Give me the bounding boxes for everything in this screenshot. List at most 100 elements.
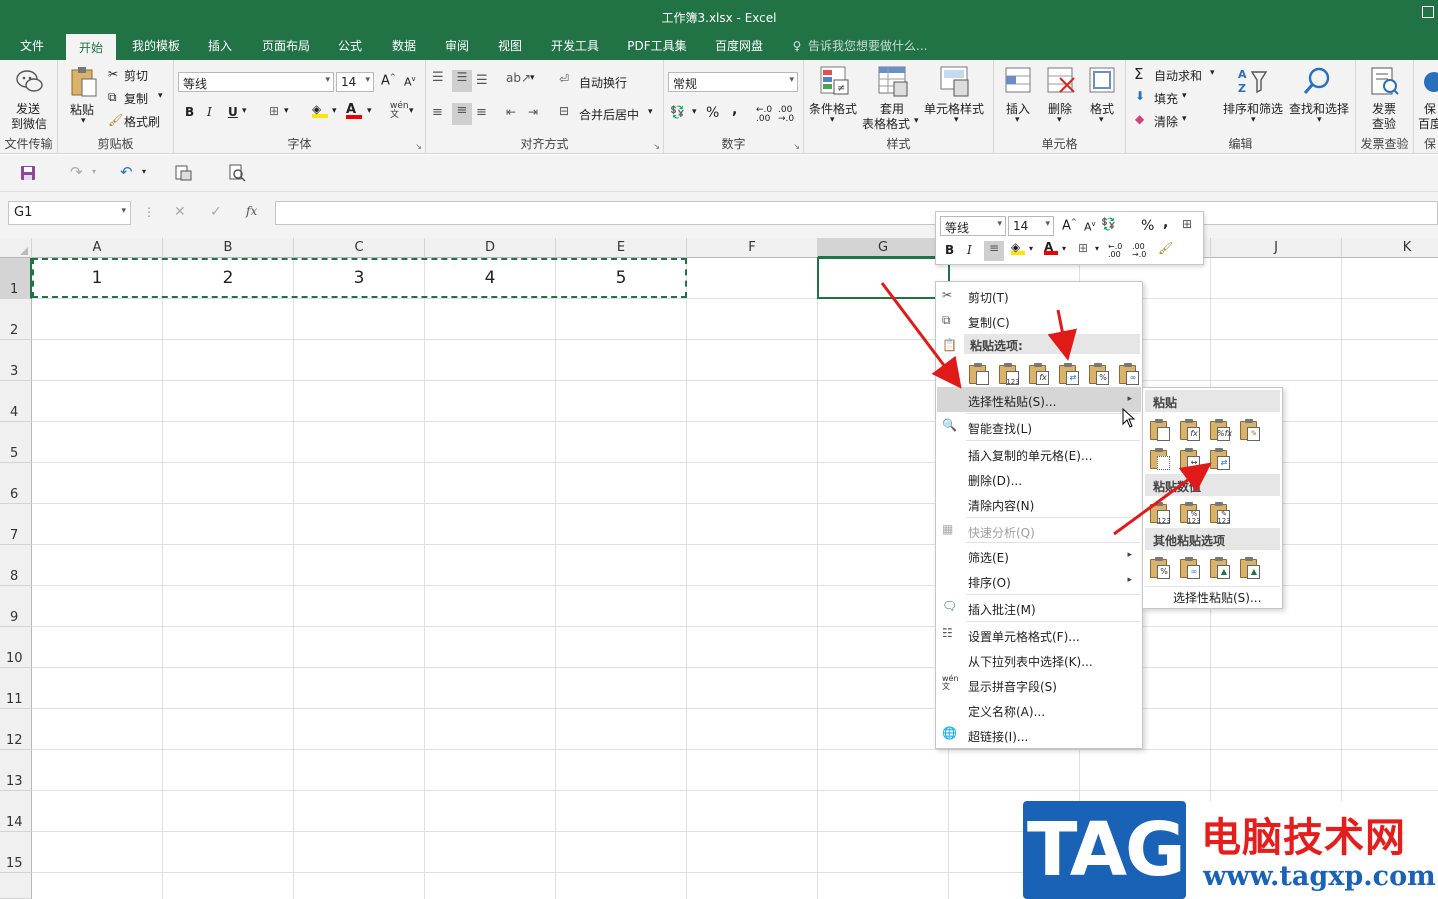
row-header[interactable]: 4: [0, 381, 32, 422]
dialog-launcher-icon[interactable]: ↘: [653, 142, 660, 151]
mini-decrease-decimal-icon[interactable]: .00 →.0: [1132, 243, 1146, 259]
autosum-dropdown-icon[interactable]: ▾: [1210, 68, 1215, 78]
decrease-indent-icon[interactable]: ⇤: [506, 105, 516, 119]
redo-dropdown-icon[interactable]: ▾: [92, 167, 96, 176]
clear-dropdown-icon[interactable]: ▾: [1182, 114, 1187, 124]
column-header[interactable]: A: [32, 238, 163, 258]
copy-dropdown-icon[interactable]: ▾: [158, 91, 163, 101]
comma-button[interactable]: ,: [732, 102, 737, 118]
name-box-dropdown-icon[interactable]: ▾: [121, 206, 126, 216]
paste-values-icon[interactable]: 123: [998, 362, 1020, 386]
select-all-corner[interactable]: [0, 238, 32, 258]
paste-link-icon[interactable]: ∞: [1179, 556, 1201, 580]
table-format-icon[interactable]: [878, 66, 908, 98]
sort-dropdown-icon[interactable]: ▾: [1251, 115, 1256, 125]
align-right-icon[interactable]: ≡: [476, 105, 487, 120]
paste-formulas-icon[interactable]: fx: [1028, 362, 1050, 386]
menu-show-phonetic[interactable]: 显示拼音字段(S): [968, 678, 1057, 695]
mini-font-select[interactable]: 等线: [940, 216, 1006, 236]
undo-dropdown-icon[interactable]: ▾: [142, 167, 146, 176]
print-preview-icon[interactable]: [174, 164, 192, 182]
format-cells-icon[interactable]: [1088, 66, 1118, 98]
number-format-select[interactable]: 常规: [668, 72, 798, 92]
column-header[interactable]: B: [163, 238, 294, 258]
delete-cells-icon[interactable]: [1046, 66, 1076, 98]
paste-formatting-icon[interactable]: %: [1149, 556, 1171, 580]
cell-c1[interactable]: 3: [294, 268, 424, 288]
mini-percent-button[interactable]: %: [1141, 218, 1154, 234]
format-painter-button[interactable]: 格式刷: [124, 113, 160, 130]
invoice-icon[interactable]: [1370, 66, 1400, 98]
table-dropdown-icon[interactable]: ▾: [914, 116, 919, 126]
column-header[interactable]: K: [1342, 238, 1438, 258]
redo-icon[interactable]: ↷: [70, 163, 83, 181]
submenu-paste-special[interactable]: 选择性粘贴(S)...: [1173, 589, 1261, 606]
row-header-selected[interactable]: 1: [0, 258, 32, 299]
menu-filter[interactable]: 筛选(E): [968, 549, 1009, 566]
bold-button[interactable]: B: [185, 105, 194, 119]
menu-hyperlink[interactable]: 超链接(I)...: [968, 728, 1028, 745]
mini-italic-button[interactable]: I: [967, 243, 972, 257]
mini-fill-color-icon[interactable]: ◈: [1011, 240, 1025, 255]
insert-cells-icon[interactable]: [1004, 66, 1034, 98]
conditional-dropdown-icon[interactable]: ▾: [830, 115, 835, 125]
undo-icon[interactable]: ↶: [120, 163, 133, 181]
increase-decimal-icon[interactable]: ←.0.00: [756, 106, 772, 124]
cell-d1[interactable]: 4: [425, 268, 555, 288]
formula-input[interactable]: [275, 201, 1438, 225]
decrease-decimal-icon[interactable]: .00 →.0: [778, 106, 794, 124]
mini-font-color-icon[interactable]: A: [1044, 240, 1058, 255]
percent-button[interactable]: %: [706, 105, 719, 121]
fill-button[interactable]: 填充: [1154, 90, 1178, 107]
paste-values-number-format-icon[interactable]: % 123: [1179, 501, 1201, 525]
menu-sort[interactable]: 排序(O): [968, 574, 1011, 591]
menu-format-cells[interactable]: 设置单元格格式(F)...: [968, 628, 1080, 645]
currency-dropdown-icon[interactable]: ▾: [692, 107, 697, 117]
insert-function-icon[interactable]: fx: [246, 204, 257, 218]
paste-no-borders-icon[interactable]: [1149, 447, 1171, 471]
menu-paste-special[interactable]: 选择性粘贴(S)...: [968, 393, 1056, 410]
row-header[interactable]: 7: [0, 504, 32, 545]
align-left-icon[interactable]: ≡: [432, 105, 443, 120]
menu-cut[interactable]: 剪切(T): [968, 289, 1009, 306]
mini-font-color-dropdown-icon[interactable]: ▾: [1062, 244, 1066, 253]
row-header[interactable]: 3: [0, 340, 32, 381]
invoice-check-button-2[interactable]: 查验: [1372, 115, 1396, 132]
delete-dropdown-icon[interactable]: ▾: [1057, 115, 1062, 125]
menu-clear-contents[interactable]: 清除内容(N): [968, 497, 1034, 514]
row-header[interactable]: 13: [0, 750, 32, 791]
tab-insert[interactable]: 插入: [198, 34, 242, 60]
tab-my-templates[interactable]: 我的模板: [124, 34, 188, 60]
paste-formulas-number-format-icon[interactable]: %fx: [1209, 418, 1232, 442]
row-header[interactable]: 11: [0, 668, 32, 709]
column-header[interactable]: J: [1211, 238, 1342, 258]
mini-shrink-font-icon[interactable]: Av: [1084, 220, 1096, 234]
tab-page-layout[interactable]: 页面布局: [252, 34, 320, 60]
fill-dropdown-icon[interactable]: ▾: [1182, 91, 1187, 101]
paste-formulas-icon[interactable]: fx: [1179, 418, 1201, 442]
paste-icon[interactable]: [968, 362, 990, 386]
mini-increase-decimal-icon[interactable]: ←.0.00: [1108, 243, 1122, 259]
magnifier-icon[interactable]: [1302, 66, 1332, 98]
mini-border-dropdown-icon[interactable]: ▾: [1095, 244, 1099, 253]
menu-insert-comment[interactable]: 插入批注(M): [968, 601, 1036, 618]
phonetic-dropdown-icon[interactable]: ▾: [409, 106, 414, 116]
merge-dropdown-icon[interactable]: ▾: [648, 107, 653, 117]
paste-formatting-icon[interactable]: %: [1088, 362, 1110, 386]
align-top-icon[interactable]: ☰: [432, 70, 444, 85]
clear-button[interactable]: 清除: [1154, 113, 1178, 130]
paste-dropdown-icon[interactable]: ▾: [81, 116, 86, 126]
menu-copy[interactable]: 复制(C): [968, 314, 1010, 331]
orientation-dropdown-icon[interactable]: ▾: [530, 73, 535, 83]
italic-button[interactable]: I: [207, 105, 212, 119]
mini-fill-dropdown-icon[interactable]: ▾: [1029, 244, 1033, 253]
menu-pick-from-list[interactable]: 从下拉列表中选择(K)...: [968, 653, 1093, 670]
column-header[interactable]: D: [425, 238, 556, 258]
mini-align-center-icon[interactable]: ≡: [984, 241, 1004, 261]
paste-keep-source-format-icon[interactable]: ✎: [1239, 418, 1261, 442]
paste-transpose-icon[interactable]: ⇄: [1058, 362, 1080, 386]
active-cell[interactable]: [817, 257, 950, 299]
enter-entry-icon[interactable]: ✓: [210, 204, 222, 220]
orientation-icon[interactable]: ab↗: [506, 71, 531, 85]
wechat-send-label-2[interactable]: 到微信: [11, 115, 47, 132]
